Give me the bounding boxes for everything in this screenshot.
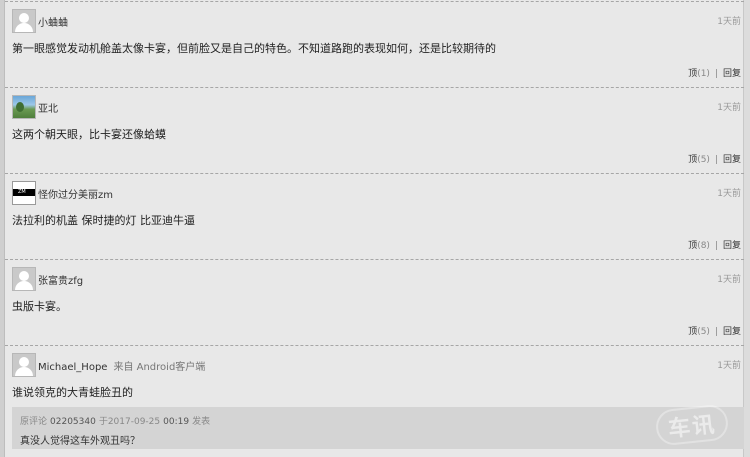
comment-time: 1天前 — [717, 103, 741, 113]
comment-content: 第一眼感觉发动机舱盖太像卡宴，但前脸又是自己的特色。不知道路跑的表现如何，还是比… — [12, 42, 496, 55]
comment-actions: 顶(5) | 回复 — [688, 155, 741, 165]
upvote-button[interactable]: 顶(8) — [688, 241, 710, 251]
comment-time: 1天前 — [717, 17, 741, 27]
comment-item: ZM 怪你过分美丽zm 1天前 法拉利的机盖 保时捷的灯 比亚迪牛逼 顶(8) |… — [5, 173, 744, 259]
comment-username: Michael_Hope 来自 Android客户端 — [38, 358, 205, 373]
reply-button[interactable]: 回复 — [723, 155, 741, 165]
scrollbar[interactable] — [743, 0, 750, 457]
comment-username-link[interactable]: Michael_Hope — [38, 362, 107, 373]
comment-item: 亚北 1天前 这两个朝天眼，比卡宴还像蛤蟆 顶(5) | 回复 — [5, 87, 744, 173]
comment-actions: 顶(8) | 回复 — [688, 241, 741, 251]
avatar-default-icon[interactable] — [12, 267, 36, 291]
reply-button[interactable]: 回复 — [723, 327, 741, 337]
avatar-default-icon[interactable] — [12, 353, 36, 377]
comment-item: 小蛐蛐 1天前 第一眼感觉发动机舱盖太像卡宴，但前脸又是自己的特色。不知道路跑的… — [5, 1, 744, 87]
reply-button[interactable]: 回复 — [723, 241, 741, 251]
comment-actions: 顶(1) | 回复 — [688, 69, 741, 79]
quoted-meta: 原评论 02205340 于2017-09-25 00:19 发表 — [20, 417, 211, 427]
comment-time: 1天前 — [717, 189, 741, 199]
comment-feed: 小蛐蛐 1天前 第一眼感觉发动机舱盖太像卡宴，但前脸又是自己的特色。不知道路跑的… — [5, 0, 744, 457]
upvote-button[interactable]: 顶(5) — [688, 327, 710, 337]
comment-time: 1天前 — [717, 275, 741, 285]
reply-button[interactable]: 回复 — [723, 69, 741, 79]
comment-content: 谁说领克的大青蛙脸丑的 — [12, 386, 133, 399]
comment-time: 1天前 — [717, 361, 741, 371]
comment-username[interactable]: 怪你过分美丽zm — [38, 186, 113, 201]
upvote-button[interactable]: 顶(1) — [688, 69, 710, 79]
comment-username[interactable]: 小蛐蛐 — [38, 14, 68, 29]
comment-content: 法拉利的机盖 保时捷的灯 比亚迪牛逼 — [12, 214, 195, 227]
upvote-button[interactable]: 顶(5) — [688, 155, 710, 165]
avatar-default-icon[interactable] — [12, 9, 36, 33]
comment-item: 张富贵zfg 1天前 虫版卡宴。 顶(5) | 回复 — [5, 259, 744, 345]
avatar-photo-icon[interactable] — [12, 95, 36, 119]
comment-username[interactable]: 亚北 — [38, 100, 58, 115]
quoted-comment: 原评论 02205340 于2017-09-25 00:19 发表 真没人觉得这车外观丑… — [12, 407, 744, 449]
comment-content: 虫版卡宴。 — [12, 300, 67, 313]
comment-actions: 顶(5) | 回复 — [688, 327, 741, 337]
comment-username[interactable]: 张富贵zfg — [38, 272, 83, 287]
comment-content: 这两个朝天眼，比卡宴还像蛤蟆 — [12, 128, 166, 141]
quoted-text: 真没人觉得这车外观丑吗？ — [20, 436, 140, 447]
quoted-user[interactable]: 02205340 — [50, 417, 96, 427]
comment-via: 来自 Android客户端 — [113, 362, 206, 373]
avatar-zm-icon[interactable]: ZM — [12, 181, 36, 205]
